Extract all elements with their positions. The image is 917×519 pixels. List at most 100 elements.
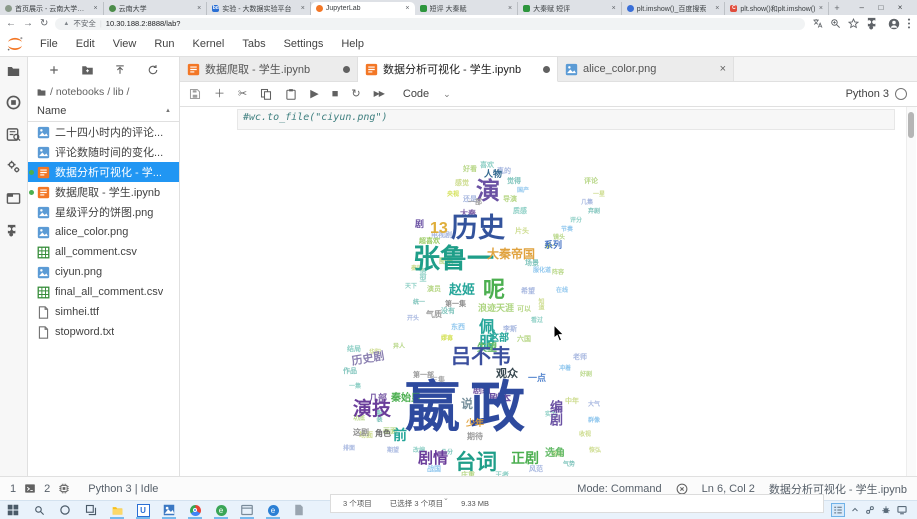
file-item[interactable]: 二十四小时内的评论... — [28, 122, 179, 142]
menu-tabs[interactable]: Tabs — [233, 38, 274, 50]
maximize-button[interactable]: □ — [878, 3, 883, 12]
file-list-header[interactable]: Name ▲ — [28, 101, 179, 122]
new-tab-button[interactable]: + — [829, 2, 845, 15]
running-sessions-icon[interactable] — [6, 95, 21, 110]
paste-button[interactable] — [285, 88, 297, 100]
browser-tab[interactable]: plt.imshow()_百度搜索× — [622, 2, 726, 15]
document-tab[interactable]: alice_color.png× — [558, 57, 734, 81]
translate-icon[interactable] — [812, 18, 823, 29]
tray-display-icon[interactable] — [897, 505, 907, 515]
tray-bug-icon[interactable] — [881, 505, 891, 515]
taskbar-app-circle-4[interactable]: e — [208, 501, 234, 519]
tab-close-icon[interactable]: × — [94, 5, 98, 12]
tray-list-icon[interactable] — [831, 503, 845, 517]
kernel-status-text[interactable]: Python 3 | Idle — [88, 483, 158, 495]
browser-tab[interactable]: 短评 大秦赋× — [415, 2, 519, 15]
taskbar-app-folder-0[interactable] — [104, 501, 130, 519]
tab-close-icon[interactable]: × — [819, 5, 823, 12]
run-all-button[interactable]: ▶▶ — [374, 90, 384, 98]
cell-type-dropdown[interactable]: Code ⌄ — [403, 88, 451, 100]
document-tab[interactable]: 数据分析可视化 - 学生.ipynb — [358, 57, 558, 82]
taskbar-cortana-button[interactable] — [52, 501, 78, 519]
new-launcher-button[interactable] — [48, 64, 60, 76]
menu-settings[interactable]: Settings — [275, 38, 333, 50]
reload-icon[interactable]: ↻ — [40, 19, 48, 29]
taskbar-app-doc-7[interactable] — [286, 501, 312, 519]
tray-link-icon[interactable] — [865, 505, 875, 515]
add-button[interactable]: ＋ — [214, 89, 225, 100]
taskbar-app-photo-2[interactable] — [156, 501, 182, 519]
file-item[interactable]: stopword.txt — [28, 322, 179, 342]
file-item[interactable]: all_comment.csv — [28, 242, 179, 262]
close-button[interactable]: × — [898, 3, 903, 12]
menu-edit[interactable]: Edit — [67, 38, 104, 50]
new-folder-button[interactable] — [81, 64, 94, 76]
taskbar-start-button[interactable] — [0, 501, 26, 519]
extensions-icon[interactable] — [866, 16, 881, 31]
minimize-button[interactable]: – — [860, 3, 864, 12]
restart-button[interactable]: ↻ — [351, 89, 360, 100]
file-item[interactable]: ciyun.png — [28, 262, 179, 282]
menu-view[interactable]: View — [104, 38, 146, 50]
zoom-icon[interactable] — [830, 18, 841, 29]
taskbar-taskview-button[interactable] — [78, 501, 104, 519]
forward-icon[interactable]: → — [23, 19, 33, 29]
browser-tab[interactable]: Cplt.show()和plt.imshow()× — [725, 2, 829, 15]
breadcrumb[interactable]: / notebooks / lib / — [28, 83, 179, 101]
file-item[interactable]: simhei.ttf — [28, 302, 179, 322]
browser-tab[interactable]: JupyterLab× — [311, 2, 415, 15]
unsaved-dot-icon[interactable] — [543, 66, 550, 73]
menu-run[interactable]: Run — [145, 38, 183, 50]
extension-manager-icon[interactable] — [6, 223, 21, 238]
open-tabs-icon[interactable] — [6, 191, 21, 206]
profile-avatar[interactable] — [888, 18, 900, 30]
taskbar-app-window-5[interactable] — [234, 501, 260, 519]
bookmark-star-icon[interactable] — [848, 18, 859, 29]
menu-file[interactable]: File — [31, 38, 67, 50]
chevron-down-icon[interactable]: ⌄ — [443, 494, 449, 502]
mode-indicator[interactable]: Mode: Command — [577, 483, 661, 495]
tab-close-icon[interactable]: × — [405, 5, 409, 12]
refresh-button[interactable] — [147, 64, 159, 76]
upload-button[interactable] — [114, 64, 126, 76]
file-item[interactable]: final_all_comment.csv — [28, 282, 179, 302]
taskbar-app-circle-6[interactable]: e — [260, 501, 286, 519]
menu-kernel[interactable]: Kernel — [184, 38, 234, 50]
tab-close-icon[interactable]: × — [301, 5, 305, 12]
unsaved-dot-icon[interactable] — [343, 66, 350, 73]
cursor-position[interactable]: Ln 6, Col 2 — [702, 483, 755, 495]
security-label[interactable]: 不安全 — [73, 18, 96, 29]
command-palette-icon[interactable] — [6, 127, 21, 142]
tray-arrow-icon[interactable] — [851, 506, 859, 514]
copy-button[interactable] — [260, 88, 272, 100]
stop-button[interactable]: ■ — [332, 89, 339, 100]
breadcrumb-path[interactable]: / notebooks / lib / — [50, 86, 129, 98]
tab-close-icon[interactable]: × — [715, 5, 719, 12]
browser-menu-icon[interactable] — [907, 18, 911, 29]
document-tab[interactable]: 数据爬取 - 学生.ipynb — [180, 57, 358, 81]
cut-button[interactable]: ✂ — [238, 89, 247, 100]
browser-tab[interactable]: 大秦赋 短评× — [518, 2, 622, 15]
file-browser-icon[interactable] — [6, 65, 21, 78]
run-button[interactable]: ▶ — [310, 89, 318, 100]
browser-tab[interactable]: bd实验 - 大数据实验平台× — [207, 2, 311, 15]
notebook-scrollbar[interactable] — [906, 107, 916, 476]
file-item[interactable]: 星级评分的饼图.png — [28, 202, 179, 222]
taskbar-app-chrome-3[interactable] — [182, 501, 208, 519]
taskbar-app-letter-1[interactable]: U — [130, 501, 156, 519]
browser-tab[interactable]: 云南大学× — [104, 2, 208, 15]
kernels-count[interactable]: 2 — [44, 483, 50, 495]
file-item[interactable]: 评论数随时间的变化... — [28, 142, 179, 162]
tab-close-icon[interactable]: × — [720, 63, 726, 75]
kernel-indicator[interactable]: Python 3 — [846, 88, 907, 100]
tab-close-icon[interactable]: × — [197, 5, 201, 12]
tab-close-icon[interactable]: × — [612, 5, 616, 12]
scrollbar-thumb[interactable] — [908, 112, 914, 138]
url-bar[interactable]: ▲ 不安全 | 10.30.188.2:8888/lab? — [55, 18, 805, 30]
menu-help[interactable]: Help — [332, 38, 373, 50]
terminals-count[interactable]: 1 — [10, 483, 16, 495]
tab-close-icon[interactable]: × — [508, 5, 512, 12]
taskbar-search-button[interactable] — [26, 501, 52, 519]
save-button[interactable] — [189, 88, 201, 100]
property-inspector-icon[interactable] — [6, 159, 21, 174]
